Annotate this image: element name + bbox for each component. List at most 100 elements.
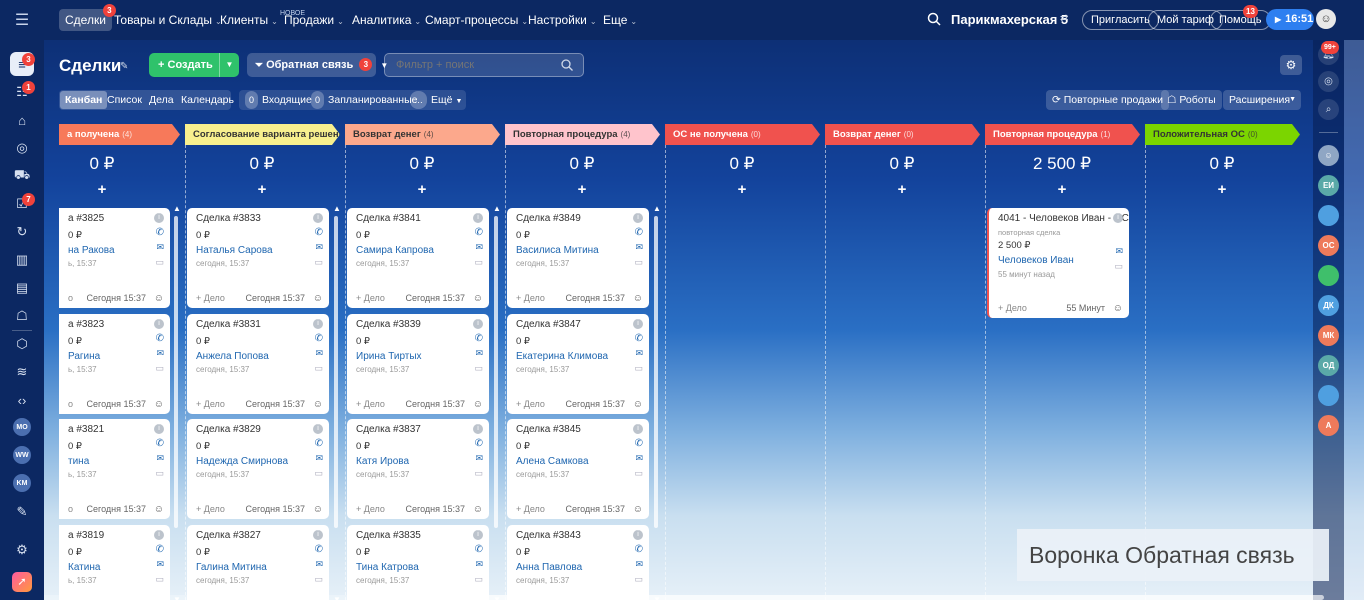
nav-item-3[interactable]: Продажи ⌄ НОВОЕ xyxy=(278,9,350,31)
scroll-up-icon[interactable]: ▲ xyxy=(493,204,501,213)
code-icon[interactable]: ‹› xyxy=(10,388,34,412)
chat-icon[interactable]: ▭ xyxy=(474,574,483,585)
mail-icon[interactable]: ✉ xyxy=(635,242,643,253)
add-deal-button[interactable]: + xyxy=(827,181,977,198)
stage-header-4[interactable]: ОС не получена (0) xyxy=(665,124,820,145)
extensions-button[interactable]: Расширения ▼ xyxy=(1223,90,1301,110)
info-icon[interactable]: i xyxy=(473,319,483,329)
deal-card[interactable]: а #3819i0 ₽Катинаь, 15:37✆✉▭оСегодня 15:… xyxy=(59,525,170,600)
swap-icon[interactable]: ⇄ xyxy=(1060,13,1068,24)
deal-contact[interactable]: Ирина Тиртых xyxy=(356,351,422,362)
counter-incoming[interactable]: 0 Входящие xyxy=(245,91,312,109)
counter-planned[interactable]: 0 Запланированные xyxy=(311,91,417,109)
rail-avatar-km[interactable]: KM xyxy=(13,474,31,492)
info-icon[interactable]: i xyxy=(313,530,323,540)
contact-card-icon[interactable]: ▤ xyxy=(10,276,34,300)
mail-icon[interactable]: ✉ xyxy=(635,559,643,570)
stage-header-1[interactable]: Согласование варианта решения(4) xyxy=(185,124,340,145)
phone-icon[interactable]: ✆ xyxy=(635,333,643,344)
deal-title[interactable]: а #3821 xyxy=(68,424,104,435)
phone-icon[interactable]: ✆ xyxy=(156,333,164,344)
chat-icon[interactable]: ▭ xyxy=(474,468,483,479)
chat-avatar[interactable] xyxy=(1318,205,1339,226)
info-icon[interactable]: i xyxy=(473,213,483,223)
deal-contact[interactable]: Катина xyxy=(68,562,100,573)
stage-header-6[interactable]: Повторная процедура (1) xyxy=(985,124,1140,145)
tab-activities[interactable]: Дела xyxy=(144,91,179,109)
phone-icon[interactable]: ✆ xyxy=(635,544,643,555)
responsible-avatar-icon[interactable]: ☺ xyxy=(473,293,483,304)
mail-icon[interactable]: ✉ xyxy=(156,559,164,570)
deal-title[interactable]: Сделка #3831 xyxy=(196,319,261,330)
add-activity-link[interactable]: + Дело xyxy=(196,399,225,409)
responsible-avatar-icon[interactable]: ☺ xyxy=(633,293,643,304)
analytics-icon[interactable]: ▥ xyxy=(10,248,34,272)
chat-avatar[interactable]: А xyxy=(1318,415,1339,436)
chat-icon[interactable]: ▭ xyxy=(155,468,164,479)
phone-icon[interactable]: ✆ xyxy=(156,227,164,238)
responsible-avatar-icon[interactable]: ☺ xyxy=(313,504,323,515)
scrollbar-thumb[interactable] xyxy=(174,216,178,528)
mail-icon[interactable]: ✉ xyxy=(475,453,483,464)
add-activity-link[interactable]: + Дело xyxy=(516,399,545,409)
deal-card[interactable]: Сделка #3835 i 0 ₽ Тина Катрова сегодня, 15:… xyxy=(347,525,489,600)
add-activity-link[interactable]: + Дело xyxy=(356,504,385,514)
deal-title[interactable]: Сделка #3841 xyxy=(356,213,421,224)
responsible-avatar-icon[interactable]: ☺ xyxy=(154,504,164,515)
responsible-avatar-icon[interactable]: ☺ xyxy=(313,293,323,304)
chat-icon[interactable]: ▭ xyxy=(314,574,323,585)
phone-icon[interactable]: ✆ xyxy=(635,227,643,238)
deal-contact[interactable]: Самира Капрова xyxy=(356,245,434,256)
mail-icon[interactable]: ✉ xyxy=(1115,246,1123,257)
stage-header-7[interactable]: Положительная ОС (0) xyxy=(1145,124,1300,145)
phone-icon[interactable]: ✆ xyxy=(156,438,164,449)
deal-contact[interactable]: Наталья Сарова xyxy=(196,245,273,256)
deal-title[interactable]: Сделка #3849 xyxy=(516,213,581,224)
nav-item-1[interactable]: Товары и Склады ⌄ xyxy=(108,9,228,31)
info-icon[interactable]: i xyxy=(313,213,323,223)
column-scrollbar[interactable]: ▲▼ xyxy=(653,204,661,600)
phone-icon[interactable]: ✆ xyxy=(315,544,323,555)
repeat-sales-button[interactable]: ⟳ Повторные продажи xyxy=(1046,90,1169,110)
info-icon[interactable]: i xyxy=(633,424,643,434)
info-icon[interactable]: i xyxy=(633,319,643,329)
deal-card[interactable]: а #3823 i 0 ₽ Рагина ь, 15:37 ✆ ✉ ▭ о Сегодня 15:… xyxy=(59,314,170,414)
mail-icon[interactable]: ✉ xyxy=(156,453,164,464)
deal-title[interactable]: а #3825 xyxy=(68,213,104,224)
chat-avatar[interactable] xyxy=(1318,385,1339,406)
add-deal-button[interactable]: + xyxy=(667,181,817,198)
deal-card[interactable]: Сделка #3843 i 0 ₽ Анна Павлова сегодня, 15:… xyxy=(507,525,649,600)
chat-icon[interactable]: ▭ xyxy=(314,468,323,479)
chat-icon[interactable]: ▭ xyxy=(634,363,643,374)
time-tracker-button[interactable]: ▶ 16:51 xyxy=(1266,9,1314,30)
horizontal-scrollbar[interactable] xyxy=(44,595,1324,600)
info-icon[interactable]: i xyxy=(154,213,164,223)
pin-icon[interactable]: ✎ xyxy=(120,61,128,72)
stage-header-3[interactable]: Повторная процедура (4) xyxy=(505,124,660,145)
deal-contact[interactable]: Анна Павлова xyxy=(516,562,582,573)
robots-button[interactable]: ☖ Роботы xyxy=(1161,90,1222,110)
chat-avatar[interactable] xyxy=(1318,265,1339,286)
chat-icon[interactable]: ▭ xyxy=(474,257,483,268)
chat-search-icon[interactable]: ⌕ xyxy=(1318,99,1339,120)
stage-header-0[interactable]: а получена (4) xyxy=(59,124,180,145)
nav-item-5[interactable]: Смарт-процессы ⌄ xyxy=(419,9,534,31)
deal-contact[interactable]: Надежда Смирнова xyxy=(196,456,288,467)
column-scrollbar[interactable]: ▲▼ xyxy=(333,204,341,600)
deal-contact[interactable]: тина xyxy=(68,456,89,467)
deal-card[interactable]: 4041 - Человеков Иван - ОС i повторная сде… xyxy=(987,208,1129,318)
deal-contact[interactable]: Человеков Иван xyxy=(998,255,1074,266)
deal-title[interactable]: Сделка #3835 xyxy=(356,530,421,541)
responsible-avatar-icon[interactable]: ☺ xyxy=(154,293,164,304)
chat-icon[interactable]: ▭ xyxy=(634,468,643,479)
add-activity-link[interactable]: о xyxy=(68,399,73,409)
deal-card[interactable]: а #3825 i 0 ₽ на Ракова ь, 15:37 ✆ ✉ ▭ о Сегодня … xyxy=(59,208,170,308)
info-icon[interactable]: i xyxy=(154,530,164,540)
add-activity-link[interactable]: + Дело xyxy=(356,293,385,303)
info-icon[interactable]: i xyxy=(1113,213,1123,223)
add-deal-button[interactable]: + xyxy=(507,181,657,198)
deal-contact[interactable]: Екатерина Климова xyxy=(516,351,608,362)
phone-icon[interactable]: ✆ xyxy=(635,438,643,449)
more-dropdown[interactable]: … Ещё ▼ xyxy=(410,91,462,109)
add-activity-link[interactable]: + Дело xyxy=(516,504,545,514)
